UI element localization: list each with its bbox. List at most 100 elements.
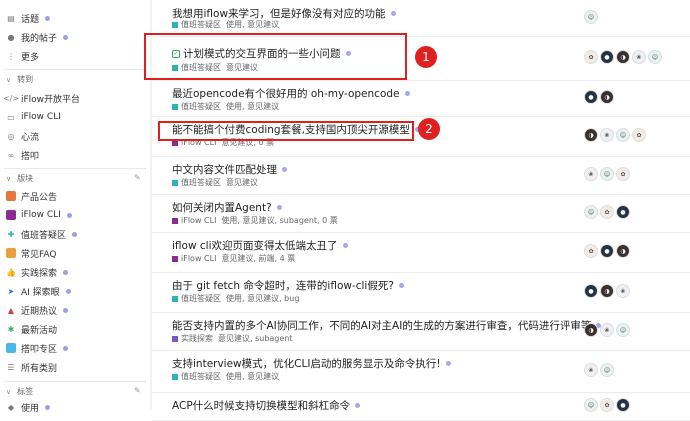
sidebar-item-iflow-cli-link[interactable]: ▭ iFlow CLI [0,107,61,127]
unread-dot [355,403,361,408]
avatar[interactable]: ● [600,244,614,258]
topic-row[interactable]: iflow cli欢迎页面变得太低端太丑了 iFlow CLI 意见建议, 前端, … [152,232,690,273]
sidebar-item-my-posts[interactable]: ● 我的帖子 [0,27,69,47]
section-header-links[interactable]: ∨ 转到 [6,74,33,85]
topic-meta: iFlow CLI 意见建议, 前端, 4 票 [172,253,295,264]
avatar[interactable]: ☺ [584,10,598,24]
category-square-icon [172,21,178,28]
topic-category-link[interactable]: 值班答疑区 [181,101,221,112]
sidebar-category[interactable]: 常见FAQ [0,243,56,263]
category-square-icon [6,343,16,353]
sidebar-category[interactable]: ✱ 最新活动 [0,319,57,339]
topic-title-link[interactable]: 最近opencode有个很好用的 oh-my-opencode [172,86,410,101]
sidebar-item-dakou[interactable]: ∞ 搭叩 [0,145,39,165]
sidebar-category[interactable]: 👍 实践探索 [0,262,69,282]
topic-tags[interactable]: 使用, 意见建议, subagent, 0 票 [221,215,337,226]
avatar[interactable]: ◑ [600,284,614,298]
avatar[interactable]: ✿ [584,244,598,258]
avatar[interactable]: ● [584,90,598,104]
sidebar-category[interactable]: 搭叩专区 [0,338,69,358]
topic-title-link[interactable]: 由于 git fetch 命令超时，连带的iflow-cli假死? [172,278,404,293]
avatar[interactable]: ❀ [600,128,614,142]
avatar[interactable]: ✿ [584,50,598,64]
avatar[interactable]: ✿ [616,167,630,181]
topic-tags[interactable]: 使用, 意见建议 [226,371,279,382]
sidebar-category[interactable]: ▲ 近期热议 [0,300,69,320]
topic-title-text: 最近opencode有个很好用的 oh-my-opencode [172,88,400,100]
avatar[interactable]: ☺ [600,363,614,377]
topic-title-link[interactable]: 中文内容文件匹配处理 [172,162,287,177]
category-square-icon [172,179,178,186]
topic-category-link[interactable]: 实践探索 [181,333,213,344]
avatar[interactable]: ✿ [632,128,646,142]
avatar[interactable]: ◑ [616,244,630,258]
avatar[interactable]: ☺ [648,50,662,64]
sidebar-item-iflow-platform[interactable]: </> iFlow开放平台 [0,88,80,108]
list-icon: ☰ [7,362,15,372]
avatar[interactable]: ◑ [616,50,630,64]
topic-title-link[interactable]: 能否支持内置的多个AI协同工作，不同的AI对主AI的生成的方案进行审查，代码进行… [172,318,602,333]
avatar[interactable]: ❀ [584,167,598,181]
topic-category-link[interactable]: 值班答疑区 [181,371,221,382]
sidebar-item-xinliu[interactable]: ◎ 心流 [0,126,40,146]
avatar[interactable]: ☺ [600,167,614,181]
section-header-tags[interactable]: ∨ 标签 [6,386,33,397]
sidebar-tag[interactable]: ◆ 使用 [0,397,51,417]
avatar[interactable]: ☺ [584,205,598,219]
topic-posters: ● ◑ ❀ [584,284,632,298]
topic-tags[interactable]: 使用, 意见建议 [226,19,279,30]
sidebar-category[interactable]: ✚ 值班答疑区 [0,224,78,244]
topic-tags[interactable]: 意见建议 [226,177,258,188]
topic-title-text: 如何关闭内置Agent? [172,202,272,214]
topic-row[interactable]: ACP什么时候支持切换模型和斜杠命令 ☺ ✿ ● [152,392,690,421]
topic-category-link[interactable]: iFlow CLI [181,216,216,225]
topic-row[interactable]: 我想用iflow来学习，但是好像没有对应的功能 值班答疑区 使用, 意见建议 ☺ [152,0,690,37]
topic-row[interactable]: 中文内容文件匹配处理 值班答疑区 意见建议 ❀ ☺ ✿ [152,156,690,195]
topic-posters: ✿ ● ◑ ❀ ☺ [584,50,664,64]
terminal-icon: ▭ [7,112,15,122]
avatar[interactable]: ◑ [600,90,614,104]
category-square-icon [6,210,16,220]
avatar[interactable]: ◑ [584,128,598,142]
avatar[interactable]: ❀ [584,363,598,377]
sidebar-category-all[interactable]: ☰ 所有类别 [0,357,57,377]
topic-category-link[interactable]: 值班答疑区 [181,177,221,188]
topic-row[interactable]: 能否支持内置的多个AI协同工作，不同的AI对主AI的生成的方案进行审查，代码进行… [152,312,690,351]
section-header-categories[interactable]: ∨ 版块 [6,173,33,184]
sidebar-item-more[interactable]: ⋮ 更多 [0,46,39,66]
sidebar-category[interactable]: 产品公告 [0,186,57,206]
topic-row[interactable]: 由于 git fetch 命令超时，连带的iflow-cli假死? 值班答疑区 使用… [152,272,690,313]
topic-category-link[interactable]: 值班答疑区 [181,293,221,304]
topic-category-link[interactable]: iFlow CLI [181,254,216,263]
topics-icon: ▤ [7,13,15,23]
avatar[interactable]: ✿ [600,205,614,219]
topic-title-link[interactable]: ACP什么时候支持切换模型和斜杠命令 [172,398,361,413]
avatar[interactable]: ● [584,284,598,298]
topic-row[interactable]: 最近opencode有个很好用的 oh-my-opencode 值班答疑区 使用, … [152,80,690,117]
topic-row[interactable]: 支持interview模式，优化CLI启动的服务显示及命令执行! 值班答疑区 使用,… [152,350,690,393]
topic-title-text: 支持interview模式，优化CLI启动的服务显示及命令执行! [172,358,441,370]
topic-title-link[interactable]: 支持interview模式，优化CLI启动的服务显示及命令执行! [172,356,451,371]
topic-title-link[interactable]: iflow cli欢迎页面变得太低端太丑了 [172,238,348,253]
avatar[interactable]: ❀ [600,323,614,337]
topic-tags[interactable]: 意见建议, subagent [218,333,293,344]
avatar[interactable]: ◑ [584,323,598,337]
topic-row[interactable]: 如何关闭内置Agent? iFlow CLI 使用, 意见建议, subagent,… [152,194,690,233]
sidebar-item-topics[interactable]: ▤ 话题 [0,8,51,28]
topic-title-link[interactable]: 如何关闭内置Agent? [172,200,282,215]
sidebar-category[interactable]: ➤ AI 探索眼 [0,281,71,301]
avatar[interactable]: ❀ [632,50,646,64]
edit-icon[interactable]: ✎ [134,386,141,395]
topic-tags[interactable]: 意见建议, 前端, 4 票 [221,253,295,264]
topic-category-link[interactable]: 值班答疑区 [181,19,221,30]
topic-tags[interactable]: 使用, 意见建议, bug [226,293,299,304]
avatar[interactable]: ● [600,50,614,64]
avatar[interactable]: ☺ [616,323,630,337]
avatar[interactable]: ● [616,205,630,219]
edit-icon[interactable]: ✎ [134,173,141,182]
avatar[interactable]: ❀ [616,284,630,298]
topic-meta: 值班答疑区 使用, 意见建议 [172,101,279,112]
topic-tags[interactable]: 使用, 意见建议 [226,101,279,112]
sidebar-category[interactable]: iFlow CLI [0,205,72,225]
avatar[interactable]: ☺ [616,128,630,142]
